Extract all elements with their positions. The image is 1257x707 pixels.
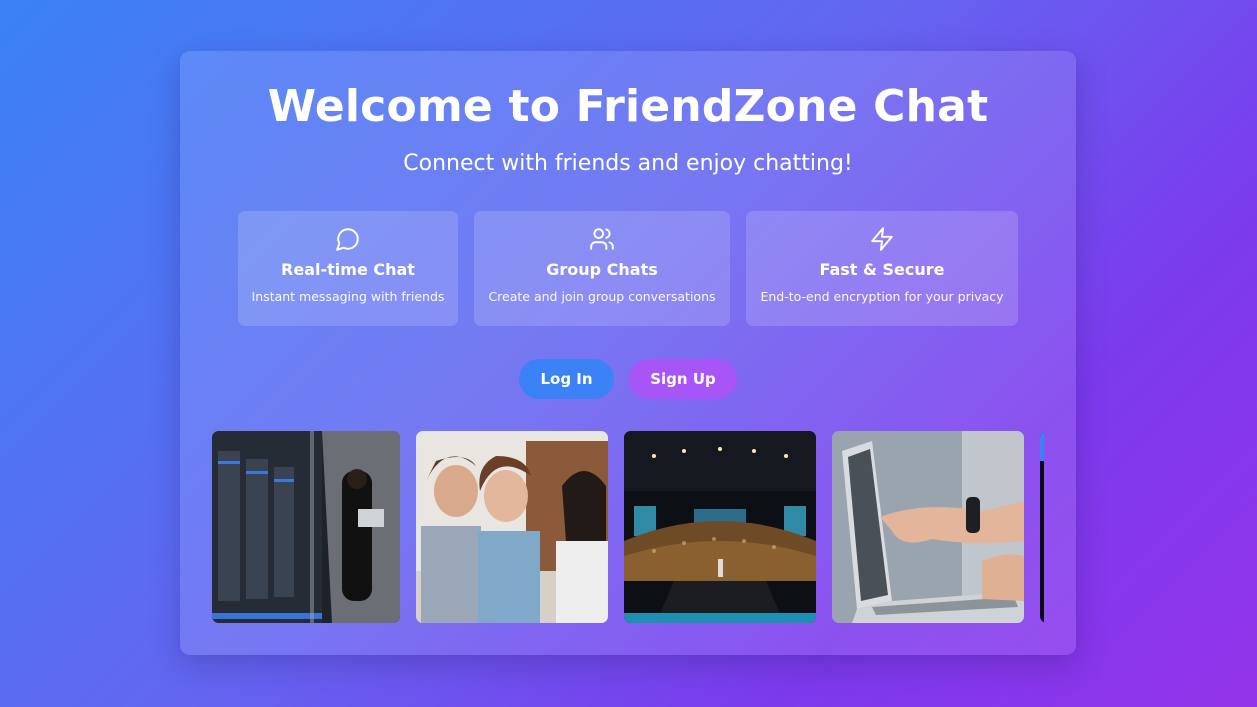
feature-card-realtime-chat: Real-time Chat Instant messaging with fr… (238, 211, 458, 326)
gallery-image-partial (1040, 431, 1044, 623)
feature-card-fast-secure: Fast & Secure End-to-end encryption for … (746, 211, 1018, 326)
signup-button[interactable]: Sign Up (629, 359, 737, 399)
feature-card-group-chats: Group Chats Create and join group conver… (474, 211, 730, 326)
gallery-image-friends (416, 431, 608, 623)
feature-description: Instant messaging with friends (251, 289, 445, 304)
feature-title: Fast & Secure (819, 260, 945, 279)
feature-description: Create and join group conversations (488, 289, 716, 304)
gallery-image-server-room (212, 431, 400, 623)
feature-description: End-to-end encryption for your privacy (760, 289, 1004, 304)
image-gallery[interactable] (212, 431, 1044, 623)
login-button[interactable]: Log In (519, 359, 614, 399)
gallery-image-laptop (832, 431, 1024, 623)
page-subtitle: Connect with friends and enjoy chatting! (403, 151, 853, 176)
welcome-card: Welcome to FriendZone Chat Connect with … (180, 51, 1076, 655)
feature-title: Real-time Chat (281, 260, 415, 279)
lightning-icon (869, 226, 895, 252)
users-icon (589, 226, 615, 252)
page-title: Welcome to FriendZone Chat (267, 81, 989, 132)
chat-bubble-icon (335, 226, 361, 252)
feature-title: Group Chats (546, 260, 658, 279)
gallery-image-conference (624, 431, 816, 623)
